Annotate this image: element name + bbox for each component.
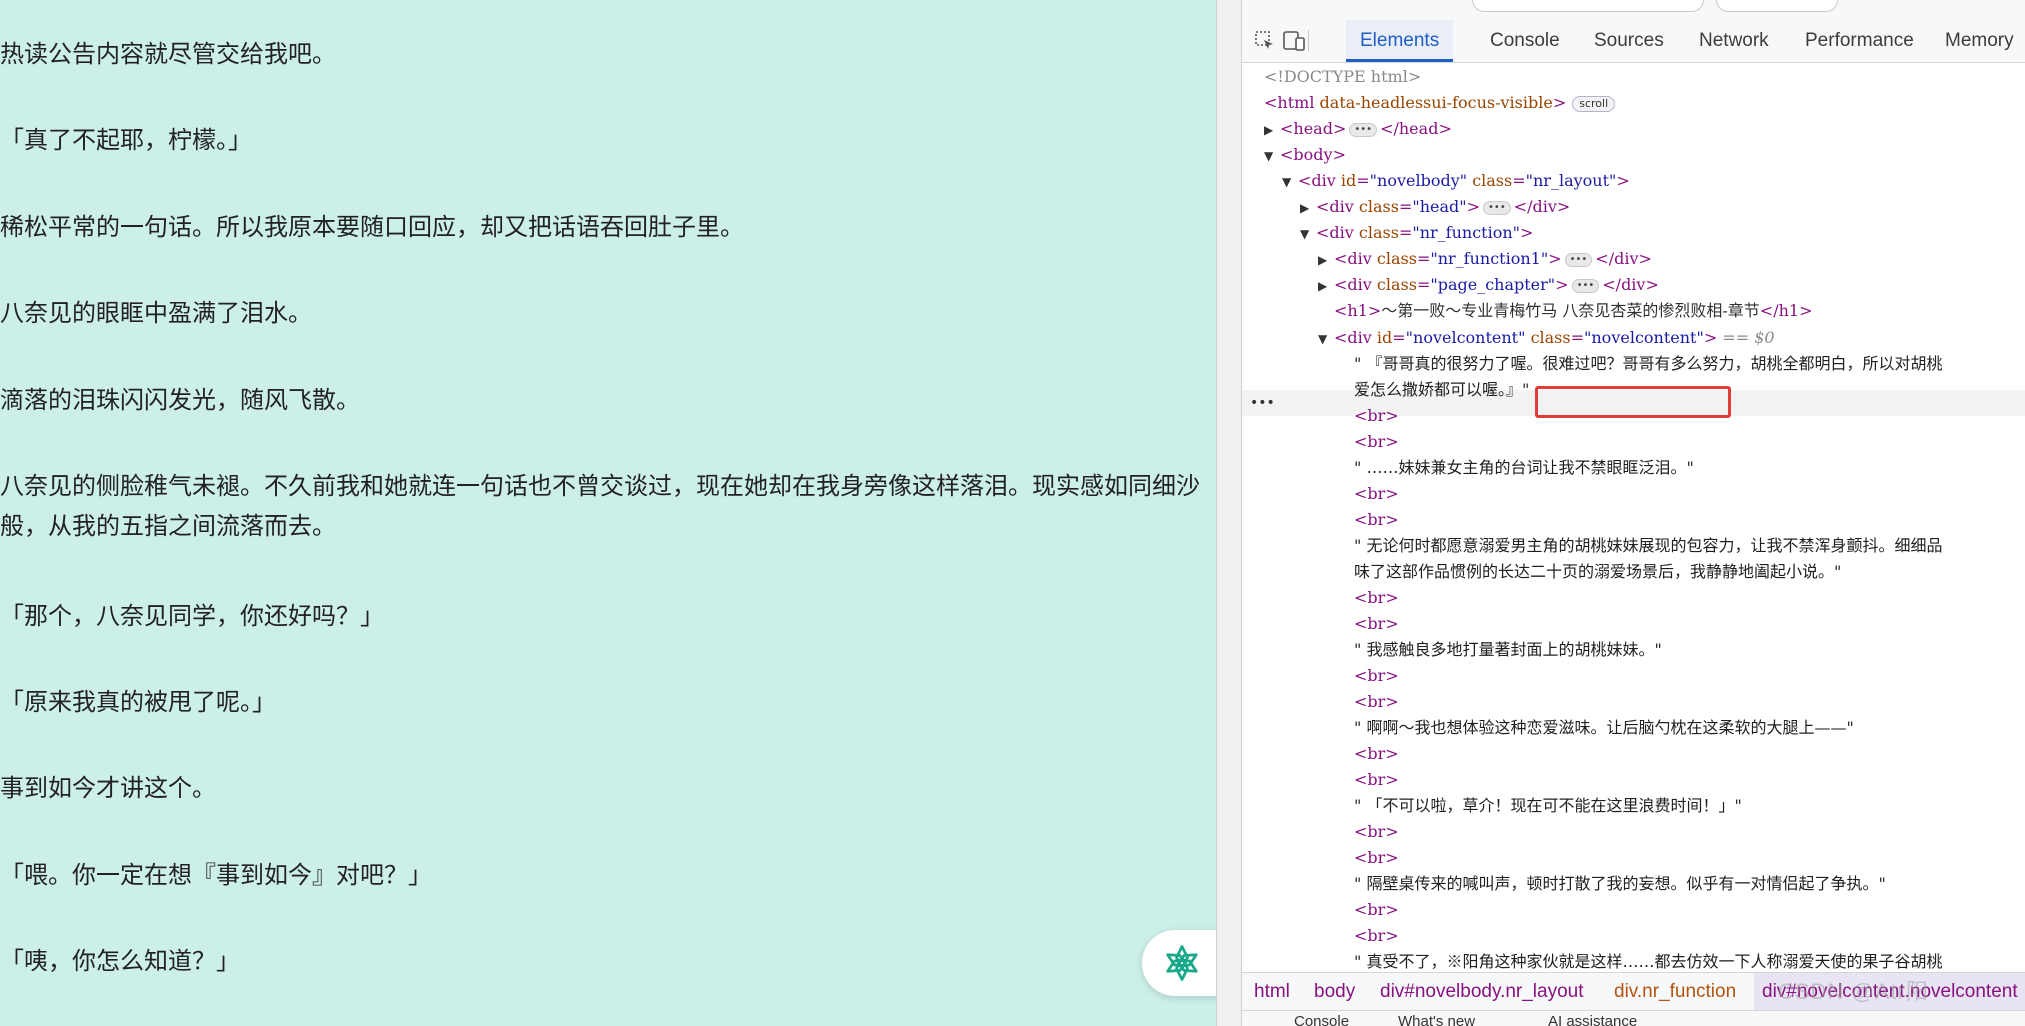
text-node[interactable]: " 真受不了，※阳角这种家伙就是这样……都去仿效一下人称溺爱天使的果子谷胡桃 [1354, 949, 1942, 972]
doctype-node[interactable]: <!DOCTYPE html> [1264, 64, 1421, 90]
devtools-top-strip [1242, 0, 2025, 21]
paragraph: 滴落的泪珠闪闪发光，随风飞散。 [0, 386, 360, 414]
breadcrumb-body[interactable]: body [1306, 973, 1363, 1011]
text-node[interactable]: " 无论何时都愿意溺爱男主角的胡桃妹妹展现的包容力，让我不禁浑身颤抖。细细品 [1354, 533, 1942, 559]
inspect-element-icon[interactable] [1254, 30, 1276, 52]
tab-sources[interactable]: Sources [1580, 20, 1678, 62]
paragraph: 「原来我真的被甩了呢。」 [0, 688, 276, 716]
br-node[interactable]: <br> [1354, 741, 1399, 767]
head-node[interactable]: ▶ <head> ••• </head> [1264, 116, 1452, 142]
paragraph: 「喂。你一定在想『事到如今』对吧？」 [0, 861, 432, 889]
top-pill [1716, 0, 1838, 12]
paragraph: 八奈见的眼眶中盈满了泪水。 [0, 299, 312, 327]
expanded-triangle-icon[interactable]: ▼ [1282, 169, 1298, 195]
text-node[interactable]: 味了这部作品惯例的长达二十页的溺爱场景后，我静静地阖起小说。" [1354, 559, 1841, 585]
br-node[interactable]: <br> [1354, 507, 1399, 533]
paragraph: 事到如今才讲这个。 [0, 774, 216, 802]
text-node[interactable]: " 『哥哥真的很努力了喔。很难过吧？哥哥有多么努力，胡桃全都明白，所以对胡桃 [1354, 351, 1942, 377]
collapsed-triangle-icon[interactable]: ▶ [1264, 117, 1280, 143]
text-node[interactable]: " 我感触良多地打量著封面上的胡桃妹妹。" [1354, 637, 1662, 663]
watermark: CSDN @Atr阳 [1778, 979, 1929, 1004]
tab-elements[interactable]: Elements [1346, 20, 1454, 62]
panel-resize-handle[interactable] [1216, 0, 1242, 1026]
br-node[interactable]: <br> [1354, 819, 1399, 845]
html-node[interactable]: <html data-headlessui-focus-visible> scro… [1264, 90, 1616, 116]
devtools-panel: Elements Console Sources Network Perform… [1242, 0, 2025, 1026]
novelbody-node[interactable]: ▼ <div id="novelbody" class="nr_layout"> [1282, 168, 1630, 194]
br-node[interactable]: <br> [1354, 663, 1399, 689]
h1-node[interactable]: <h1>～第一败～专业青梅竹马 八奈见杏菜的惨烈败相-章节</h1> [1334, 298, 1812, 324]
devtools-drawer-tabs: Console What's new AI assistance [1242, 1010, 2025, 1026]
paragraph: 八奈见的侧脸稚气未褪。不久前我和她就连一句话也不曾交谈过，现在她却在我身旁像这样… [0, 472, 1200, 540]
tab-performance[interactable]: Performance [1791, 20, 1928, 62]
breadcrumb-nr-function[interactable]: div.nr_function [1606, 973, 1744, 1011]
text-node[interactable]: " 「不可以啦，草介！现在可不能在这里浪费时间！」" [1354, 793, 1742, 819]
br-node[interactable]: <br> [1354, 429, 1399, 455]
device-toolbar-icon[interactable] [1282, 30, 1305, 52]
ellipsis-icon[interactable]: ••• [1349, 122, 1378, 137]
collapsed-triangle-icon[interactable]: ▶ [1318, 247, 1334, 273]
paragraph: 稀松平常的一句话。所以我原本要随口回应，却又把话语吞回肚子里。 [0, 213, 744, 241]
br-node[interactable]: <br> [1354, 767, 1399, 793]
paragraph: 「真了不起耶，柠檬。」 [0, 126, 252, 154]
breadcrumb-novelbody[interactable]: div#novelbody.nr_layout [1372, 973, 1592, 1011]
more-options-icon[interactable]: ••• [1250, 390, 1275, 416]
br-node[interactable]: <br> [1354, 923, 1399, 949]
br-node[interactable]: <br> [1354, 897, 1399, 923]
text-node[interactable]: " 啊啊～我也想体验这种恋爱滋味。让后脑勺枕在这柔软的大腿上——" [1354, 715, 1854, 741]
expanded-triangle-icon[interactable]: ▼ [1300, 221, 1316, 247]
breadcrumb-html[interactable]: html [1246, 973, 1298, 1011]
highlight-annotation-box [1535, 386, 1731, 418]
ellipsis-icon[interactable]: ••• [1483, 200, 1511, 215]
tab-memory[interactable]: Memory [1931, 20, 2025, 62]
devtools-toolbar: Elements Console Sources Network Perform… [1242, 20, 2025, 63]
body-node[interactable]: ▼ <body> [1264, 142, 1346, 168]
text-node[interactable]: " 隔壁桌传来的喊叫声，顿时打散了我的妄想。似乎有一对情侣起了争执。" [1354, 871, 1886, 897]
drawer-tab-ai-assistance[interactable]: AI assistance [1548, 1013, 1637, 1026]
nr-function1-node[interactable]: ▶ <div class="nr_function1"> ••• </div> [1318, 246, 1652, 272]
ellipsis-icon[interactable]: ••• [1571, 278, 1600, 293]
drawer-tab-console[interactable]: Console [1294, 1013, 1349, 1026]
ellipsis-icon[interactable]: ••• [1564, 252, 1593, 267]
novelcontent-node[interactable]: ▼ <div id="novelcontent" class="novelcont… [1318, 325, 1775, 351]
paragraph: 热读公告内容就尽管交给我吧。 [0, 40, 336, 68]
paragraph: 「那个，八奈见同学，你还好吗？」 [0, 602, 384, 630]
br-node[interactable]: <br> [1354, 689, 1399, 715]
toolbar-separator [1308, 30, 1309, 52]
br-node[interactable]: <br> [1354, 403, 1399, 429]
text-node[interactable]: " ……妹妹兼女主角的台词让我不禁眼眶泛泪。" [1354, 455, 1694, 481]
br-node[interactable]: <br> [1354, 481, 1399, 507]
collapsed-triangle-icon[interactable]: ▶ [1318, 273, 1334, 299]
drawer-tab-whats-new[interactable]: What's new [1398, 1013, 1475, 1026]
br-node[interactable]: <br> [1354, 585, 1399, 611]
paragraph: 「咦，你怎么知道？」 [0, 947, 240, 975]
scroll-badge[interactable]: scroll [1572, 95, 1616, 112]
head-div-node[interactable]: ▶ <div class="head"> ••• </div> [1300, 194, 1570, 220]
br-node[interactable]: <br> [1354, 611, 1399, 637]
ai-assistant-icon [1166, 945, 1198, 981]
text-node[interactable]: 爱怎么撒娇都可以喔。』" [1354, 377, 1529, 403]
tab-console[interactable]: Console [1476, 20, 1574, 62]
dom-tree: ••• <!DOCTYPE html> <html data-headlessu… [1242, 64, 2025, 972]
br-node[interactable]: <br> [1354, 845, 1399, 871]
collapsed-triangle-icon[interactable]: ▶ [1300, 195, 1316, 221]
reader-pane: 热读公告内容就尽管交给我吧。 「真了不起耶，柠檬。」 稀松平常的一句话。所以我原… [0, 0, 1216, 1026]
expanded-triangle-icon[interactable]: ▼ [1318, 326, 1334, 352]
expanded-triangle-icon[interactable]: ▼ [1264, 143, 1280, 169]
dom-breadcrumb: html body div#novelbody.nr_layout div.nr… [1242, 972, 2025, 1011]
top-pill [1472, 0, 1704, 12]
tab-network[interactable]: Network [1685, 20, 1783, 62]
page-chapter-node[interactable]: ▶ <div class="page_chapter"> ••• </div> [1318, 272, 1659, 298]
nr-function-node[interactable]: ▼ <div class="nr_function"> [1300, 220, 1533, 246]
ai-assistant-button[interactable] [1142, 930, 1216, 996]
